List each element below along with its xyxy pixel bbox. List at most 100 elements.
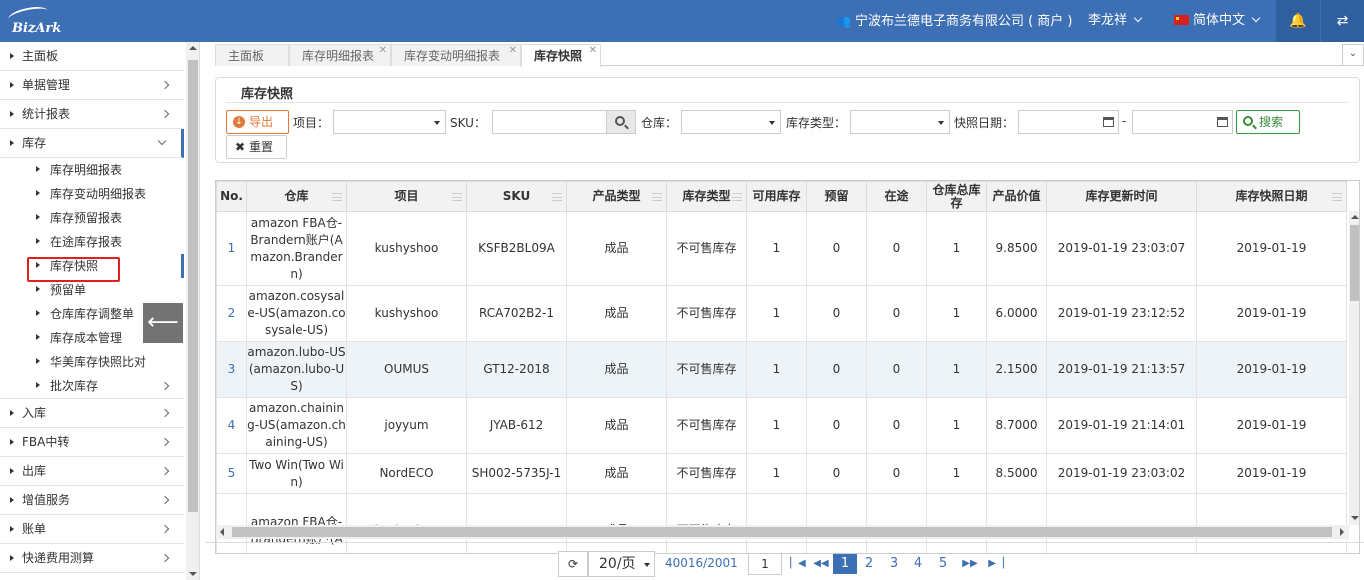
grid-horizontal-scrollbar[interactable] xyxy=(216,525,1349,539)
sidebar-subitem[interactable]: 库存变动明细报表 xyxy=(0,182,184,206)
next-page-icon[interactable]: ▶▶ xyxy=(958,554,982,574)
table-cell: 5 xyxy=(216,453,247,494)
col-header[interactable]: 在途 xyxy=(866,181,927,212)
tab-inventory-change[interactable]: 库存变动明细报表 ✕ xyxy=(391,44,521,66)
table-row[interactable]: 1 amazon FBA仓-Brandern账户(Amazon.Brandern)… xyxy=(216,211,1347,286)
col-header[interactable]: 库存更新时间 xyxy=(1046,181,1197,212)
scroll-thumb[interactable] xyxy=(188,60,198,512)
stock-type-label: 库存类型： xyxy=(786,116,847,130)
col-header[interactable]: 库存快照日期 xyxy=(1196,181,1347,212)
sku-input[interactable] xyxy=(492,110,607,134)
sidebar-item-outbound[interactable]: 出库 xyxy=(0,457,184,486)
table-header-row: No. 仓库 项目 SKU 产品类型 库存类型 可用库存 预留 在途 仓库总库存… xyxy=(216,181,1347,212)
sidebar-item-documents[interactable]: 单据管理 xyxy=(0,71,184,100)
page-button[interactable]: 4 xyxy=(906,554,930,574)
page-number-input[interactable]: 1 xyxy=(748,553,782,575)
close-icon[interactable]: ✕ xyxy=(379,40,387,62)
sidebar-subitem[interactable]: 批次库存 xyxy=(0,374,184,399)
page-size-select[interactable]: 20/页 xyxy=(588,551,655,577)
table-row[interactable]: 2 amazon.cosysale-US(amazon.cosysale-US) k… xyxy=(216,285,1347,342)
chevron-right-icon xyxy=(160,437,170,447)
col-header[interactable]: 仓库总库存 xyxy=(926,181,987,212)
tab-inventory-snapshot[interactable]: 库存快照 ✕ xyxy=(521,44,601,67)
chevron-right-icon xyxy=(160,109,170,119)
sidebar-subitem[interactable]: 库存预留报表 xyxy=(0,206,184,230)
page-button[interactable]: 2 xyxy=(857,554,881,574)
sidebar-item-billing[interactable]: 账单 xyxy=(0,515,184,544)
sidebar-item-fba[interactable]: FBA中转 xyxy=(0,428,184,457)
calendar-icon[interactable] xyxy=(1103,117,1114,127)
close-icon[interactable]: ✕ xyxy=(589,40,597,62)
scroll-left-icon[interactable] xyxy=(220,528,224,536)
col-header[interactable]: 预留 xyxy=(806,181,867,212)
collapse-sidebar-button[interactable]: ⟵ xyxy=(143,303,183,343)
project-select[interactable] xyxy=(333,110,446,134)
table-row[interactable]: 4 amazon.chaining-US(amazon.chaining-US) j… xyxy=(216,397,1347,454)
column-menu-icon[interactable] xyxy=(452,193,462,201)
user-menu[interactable]: 李龙祥 xyxy=(1088,0,1143,42)
scroll-right-icon[interactable] xyxy=(1340,528,1344,536)
table-cell: 不可售库存 xyxy=(666,341,747,398)
grid-vertical-scrollbar[interactable] xyxy=(1349,211,1359,525)
page-button[interactable]: 3 xyxy=(882,554,906,574)
page-button[interactable]: 1 xyxy=(833,554,857,574)
search-button[interactable]: 搜索 xyxy=(1236,110,1300,134)
date-from-input[interactable] xyxy=(1018,110,1119,134)
sidebar-item-reports[interactable]: 统计报表 xyxy=(0,100,184,129)
table-cell: 0 xyxy=(866,397,927,454)
stock-type-select[interactable] xyxy=(850,110,950,134)
col-header[interactable]: 库存类型 xyxy=(666,181,747,212)
col-header[interactable]: SKU xyxy=(466,181,567,212)
column-menu-icon[interactable] xyxy=(552,193,562,201)
sidebar-item-inventory[interactable]: 库存 xyxy=(0,129,184,158)
col-header[interactable]: 仓库 xyxy=(246,181,347,212)
reset-button[interactable]: ✖ 重置 xyxy=(226,135,287,159)
company-menu[interactable]: 👥 宁波布兰德电子商务有限公司 ( 商户 ) xyxy=(836,0,1073,42)
column-menu-icon[interactable] xyxy=(1332,193,1342,201)
sidebar-item-dashboard[interactable]: 主面板 xyxy=(0,42,184,71)
first-page-icon[interactable]: ▏◀ xyxy=(786,554,810,574)
date-separator: - xyxy=(1122,114,1127,128)
warehouse-select[interactable] xyxy=(681,110,781,134)
col-header[interactable]: No. xyxy=(216,181,247,212)
sidebar-subitem[interactable]: 华美库存快照比对 xyxy=(0,350,184,374)
col-header[interactable]: 产品类型 xyxy=(566,181,667,212)
tab-dropdown-button[interactable]: ⌄ xyxy=(1342,44,1364,66)
tab-inventory-detail[interactable]: 库存明细报表 ✕ xyxy=(289,44,391,66)
bizark-logo[interactable]: BizArk xyxy=(6,3,76,36)
table-cell: 成品 xyxy=(566,285,667,342)
table-row[interactable]: 5 Two Win(Two Win) NordECO SH002-5735J-1 成品不… xyxy=(216,453,1347,494)
column-menu-icon[interactable] xyxy=(732,193,742,201)
refresh-button[interactable]: ⟳ xyxy=(558,551,588,577)
sidebar-scrollbar[interactable] xyxy=(186,42,199,580)
scroll-thumb[interactable] xyxy=(1350,225,1359,301)
scroll-down-icon[interactable] xyxy=(189,572,197,576)
col-header[interactable]: 产品价值 xyxy=(986,181,1047,212)
prev-page-icon[interactable]: ◀◀ xyxy=(809,554,833,574)
col-header[interactable]: 项目 xyxy=(346,181,467,212)
sidebar-subitem[interactable]: 库存明细报表 xyxy=(0,158,184,182)
switch-button[interactable]: ⇄ xyxy=(1321,0,1364,42)
table-row[interactable]: 3 amazon.lubo-US(amazon.lubo-US) OUMUS GT12… xyxy=(216,341,1347,398)
col-header[interactable]: 可用库存 xyxy=(746,181,807,212)
column-menu-icon[interactable] xyxy=(652,193,662,201)
sidebar-subitem[interactable]: 在途库存报表 xyxy=(0,230,184,254)
sidebar-item-value-added[interactable]: 增值服务 xyxy=(0,486,184,515)
sku-search-button[interactable] xyxy=(606,110,636,134)
date-to-input[interactable] xyxy=(1132,110,1233,134)
scroll-up-icon[interactable] xyxy=(1351,215,1359,219)
calendar-icon[interactable] xyxy=(1217,117,1228,127)
notification-button[interactable]: 🔔 xyxy=(1276,0,1320,42)
sidebar-item-inbound[interactable]: 入库 xyxy=(0,399,184,428)
export-button[interactable]: ↓ 导出 xyxy=(226,110,289,134)
sidebar-item-shipping-calc[interactable]: 快递费用测算 xyxy=(0,544,184,573)
scroll-up-icon[interactable] xyxy=(189,46,197,50)
close-icon[interactable]: ✕ xyxy=(509,40,517,62)
last-page-icon[interactable]: ▶▕ xyxy=(984,554,1008,574)
column-menu-icon[interactable] xyxy=(332,193,342,201)
tab-dashboard[interactable]: 主面板 xyxy=(215,44,289,66)
language-menu[interactable]: 简体中文 xyxy=(1174,0,1261,42)
scroll-down-icon[interactable] xyxy=(1351,516,1359,520)
page-button[interactable]: 5 xyxy=(931,554,955,574)
scroll-thumb[interactable] xyxy=(232,527,1332,537)
